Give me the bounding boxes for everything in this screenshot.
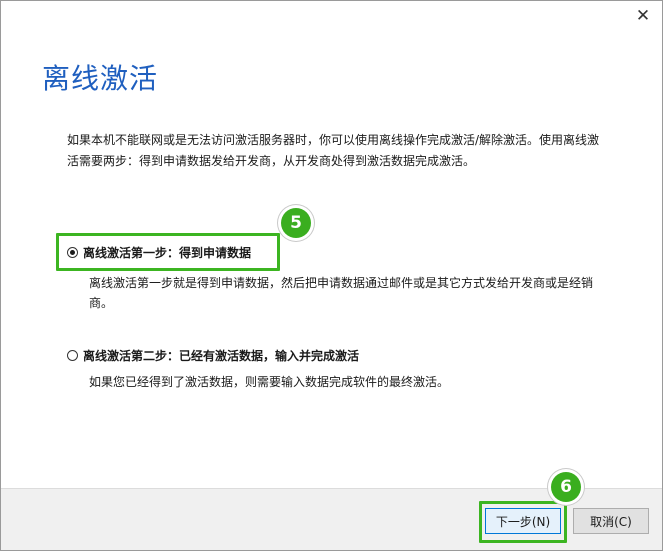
next-button[interactable]: 下一步(N) xyxy=(485,508,561,534)
intro-text: 如果本机不能联网或是无法访问激活服务器时，你可以使用离线操作完成激活/解除激活。… xyxy=(67,133,600,168)
step-badge-6: 6 xyxy=(551,472,581,502)
option-description-step1: 离线激活第一步就是得到申请数据，然后把申请数据通过邮件或是其它方式发给开发商或是… xyxy=(89,276,594,310)
close-icon[interactable]: ✕ xyxy=(628,3,658,29)
option-label-step2: 离线激活第二步：已经有激活数据，输入并完成激活 xyxy=(83,349,360,363)
radio-option-step1[interactable]: 离线激活第一步：得到申请数据 xyxy=(67,244,251,261)
cancel-button[interactable]: 取消(C) xyxy=(573,508,649,534)
radio-option-step2[interactable]: 离线激活第二步：已经有激活数据，输入并完成激活 xyxy=(67,347,359,364)
radio-unselected-icon[interactable] xyxy=(67,350,78,361)
radio-selected-icon[interactable] xyxy=(67,247,78,258)
option-label-step1: 离线激活第一步：得到申请数据 xyxy=(83,246,252,260)
option-description-step2: 如果您已经得到了激活数据，则需要输入数据完成软件的最终激活。 xyxy=(89,375,450,389)
page-title: 离线激活 xyxy=(42,62,159,95)
activation-dialog: ✕ 离线激活 如果本机不能联网或是无法访问激活服务器时，你可以使用离线操作完成激… xyxy=(0,0,663,551)
step-badge-5: 5 xyxy=(281,208,311,238)
